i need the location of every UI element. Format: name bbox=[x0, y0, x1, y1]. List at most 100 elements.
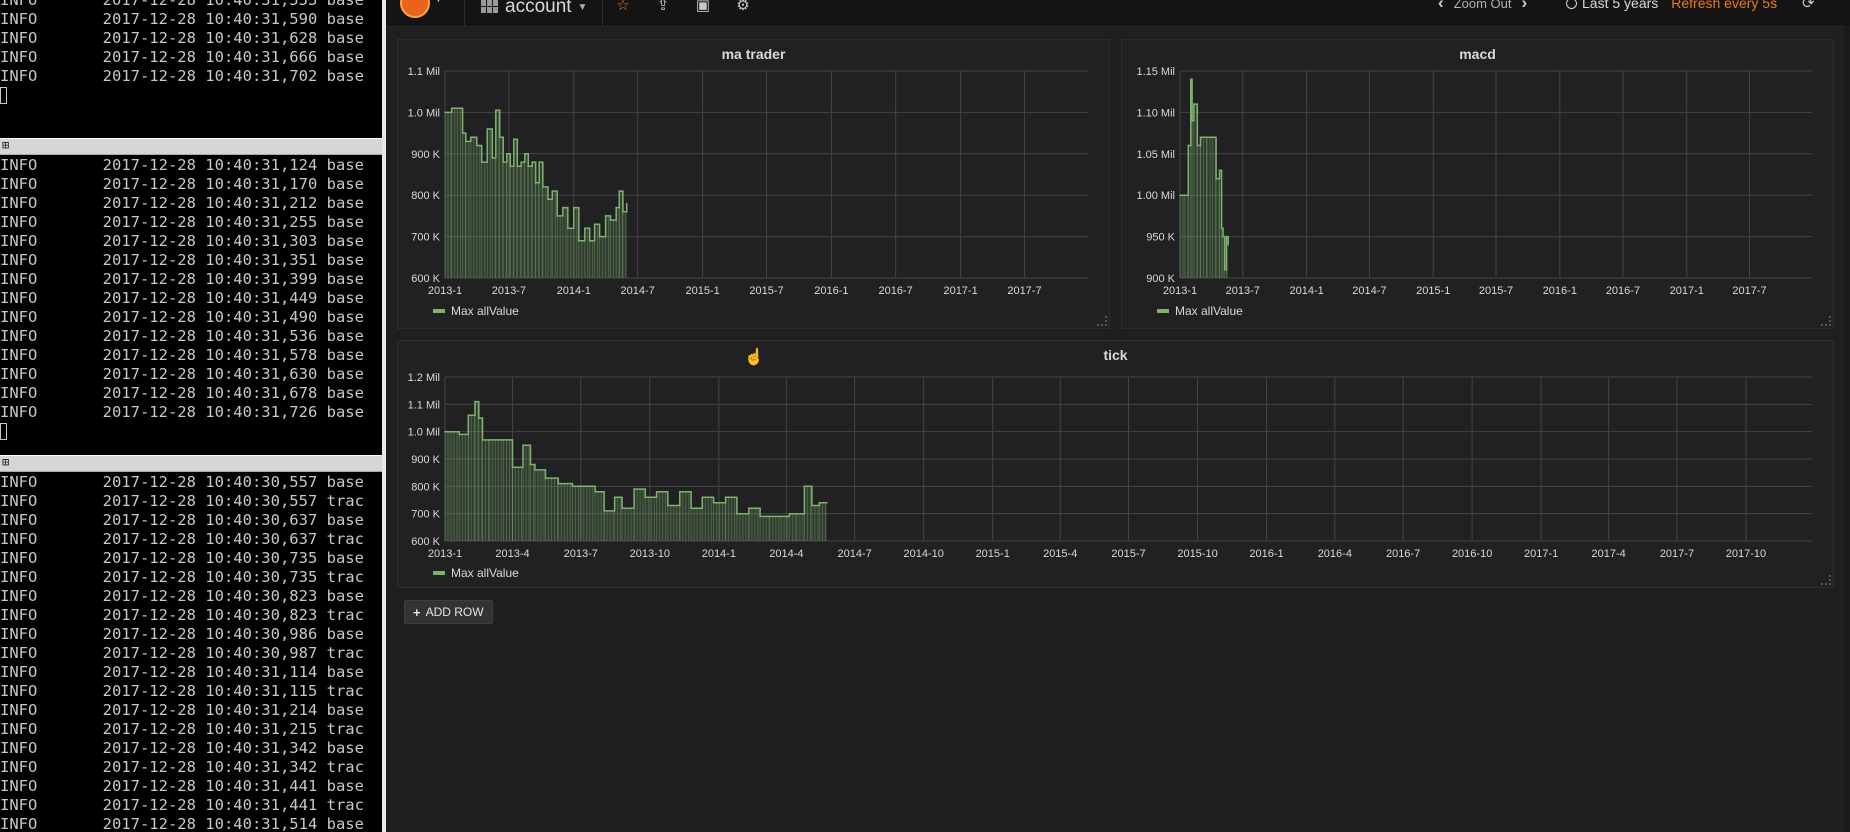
star-icon[interactable]: ☆ bbox=[612, 0, 634, 16]
data-point bbox=[604, 215, 607, 217]
terminal-pane-bar[interactable]: ⊞ bbox=[0, 455, 382, 472]
legend[interactable]: Max allValue bbox=[1157, 304, 1243, 318]
data-point bbox=[502, 439, 505, 441]
x-tick-label: 2013-7 bbox=[564, 548, 598, 560]
x-tick-label: 2017-10 bbox=[1726, 548, 1766, 560]
terminal-pane-top[interactable]: INFO 2017-12-28 10:40:31,553 base INFO 20… bbox=[0, 0, 382, 126]
log-line: INFO 2017-12-28 10:40:31,115 trac bbox=[0, 682, 364, 700]
data-point bbox=[1191, 119, 1193, 122]
zoom-controls: ‹ Zoom Out › bbox=[1438, 0, 1527, 12]
y-tick-label: 700 K bbox=[411, 509, 440, 521]
x-tick-label: 2013-1 bbox=[428, 548, 462, 560]
data-point bbox=[1184, 194, 1186, 196]
data-point bbox=[516, 165, 519, 167]
legend-label: Max allValue bbox=[451, 566, 519, 580]
data-point bbox=[1190, 78, 1192, 81]
data-point bbox=[573, 206, 575, 209]
data-point bbox=[803, 485, 806, 488]
panel-macd[interactable]: macd 900 K 950 K 1.00 Mil 1.05 Mil 1.10 Mil 1… bbox=[1121, 39, 1834, 329]
grafana-logo-icon[interactable] bbox=[400, 0, 430, 18]
data-point bbox=[544, 477, 547, 479]
x-tick-label: 2016-7 bbox=[879, 285, 913, 297]
terminal-pane-bar[interactable]: ⊞ bbox=[0, 138, 382, 155]
panel-tick[interactable]: tick 600 K 700 K 800 K 900 K 1.0 Mil 1.1 Mil 1… bbox=[397, 340, 1834, 588]
panel-resize-handle[interactable] bbox=[1097, 316, 1107, 326]
chevron-down-icon[interactable]: ▼ bbox=[434, 0, 443, 4]
data-point bbox=[748, 507, 750, 509]
data-point bbox=[547, 198, 549, 201]
gear-icon[interactable]: ⚙ bbox=[732, 0, 754, 16]
data-point bbox=[655, 491, 658, 493]
y-tick-label: 900 K bbox=[411, 454, 440, 466]
x-tick-label: 2015-1 bbox=[685, 285, 719, 297]
data-point bbox=[478, 417, 480, 419]
data-point bbox=[488, 439, 491, 441]
y-tick-label: 1.1 Mil bbox=[408, 399, 440, 411]
data-point bbox=[609, 219, 612, 221]
data-point bbox=[522, 444, 524, 447]
panel-ma-trader[interactable]: ma trader 600 K 700 K 800 K 900 K 1.0 Mil 1.1… bbox=[397, 39, 1110, 329]
legend[interactable]: Max allValue bbox=[433, 304, 519, 318]
log-line: INFO 2017-12-28 10:40:31,255 base bbox=[0, 213, 364, 231]
add-row-label: ADD ROW bbox=[425, 605, 484, 619]
data-point bbox=[796, 512, 798, 515]
refresh-icon[interactable]: ⟳ bbox=[1802, 0, 1815, 12]
data-point bbox=[788, 512, 791, 515]
log-line: INFO 2017-12-28 10:40:31,114 base bbox=[0, 663, 364, 681]
terminal-window: INFO 2017-12-28 10:40:31,553 base INFO 20… bbox=[0, 0, 382, 832]
log-line: INFO 2017-12-28 10:40:31,578 base bbox=[0, 346, 364, 364]
terminal-pane-middle[interactable]: INFO 2017-12-28 10:40:31,124 base INFO 20… bbox=[0, 156, 382, 446]
x-tick-label: 2014-7 bbox=[1352, 285, 1386, 297]
data-point bbox=[588, 239, 591, 242]
log-line: INFO 2017-12-28 10:40:30,637 trac bbox=[0, 530, 364, 548]
data-point bbox=[1193, 103, 1195, 105]
data-point bbox=[690, 507, 692, 509]
data-point bbox=[622, 211, 624, 213]
chevron-right-icon[interactable]: › bbox=[1521, 0, 1527, 13]
y-tick-label: 600 K bbox=[411, 536, 440, 548]
nav-separator bbox=[602, 0, 603, 26]
log-line: INFO 2017-12-28 10:40:31,342 trac bbox=[0, 758, 364, 776]
data-point bbox=[1211, 136, 1214, 138]
panel-resize-handle[interactable] bbox=[1821, 575, 1831, 585]
x-tick-label: 2016-10 bbox=[1452, 548, 1492, 560]
chevron-left-icon[interactable]: ‹ bbox=[1438, 0, 1444, 13]
x-tick-label: 2017-1 bbox=[943, 285, 977, 297]
log-line: INFO 2017-12-28 10:40:31,628 base bbox=[0, 29, 364, 47]
legend[interactable]: Max allValue bbox=[433, 566, 519, 580]
zoom-out-button[interactable]: Zoom Out bbox=[1454, 0, 1512, 11]
data-point bbox=[444, 430, 446, 433]
y-tick-label: 900 K bbox=[1146, 273, 1175, 285]
dashboard-picker[interactable]: account ▼ bbox=[481, 0, 587, 19]
data-point bbox=[780, 515, 782, 518]
legend-label: Max allValue bbox=[1175, 304, 1243, 318]
save-icon[interactable]: ▣ bbox=[692, 0, 714, 16]
log-line: INFO 2017-12-28 10:40:30,735 base bbox=[0, 549, 364, 567]
legend-swatch bbox=[1157, 309, 1169, 313]
share-icon[interactable]: ⇪ bbox=[652, 0, 674, 16]
data-point bbox=[513, 138, 515, 141]
terminal-pane-bottom[interactable]: INFO 2017-12-28 10:40:30,557 base INFO 20… bbox=[0, 473, 382, 832]
log-line: INFO 2017-12-28 10:40:31,441 trac bbox=[0, 796, 364, 814]
legend-swatch bbox=[433, 309, 445, 313]
time-picker[interactable]: Last 5 years Refresh every 5s bbox=[1566, 0, 1777, 11]
panel-resize-handle[interactable] bbox=[1821, 316, 1831, 326]
data-point bbox=[584, 227, 586, 230]
data-point bbox=[556, 215, 558, 217]
data-point bbox=[580, 485, 582, 488]
scrollbar[interactable] bbox=[1844, 26, 1850, 832]
data-point bbox=[461, 132, 464, 134]
add-row-button[interactable]: + ADD ROW bbox=[404, 600, 493, 624]
hand-pointer-icon: ☝ bbox=[744, 349, 764, 366]
x-tick-label: 2016-1 bbox=[814, 285, 848, 297]
x-tick-label: 2015-4 bbox=[1043, 548, 1077, 560]
pane-grid-icon: ⊞ bbox=[2, 455, 10, 469]
log-line: INFO 2017-12-28 10:40:30,735 trac bbox=[0, 568, 364, 586]
data-point bbox=[534, 182, 537, 184]
x-tick-label: 2017-7 bbox=[1660, 548, 1694, 560]
log-line: INFO 2017-12-28 10:40:31,441 base bbox=[0, 777, 364, 795]
data-point bbox=[551, 190, 554, 192]
dashboard-navbar: ▼ account ▼ ☆ ⇪ ▣ ⚙ ‹ Zoom Out › Last 5 … bbox=[386, 0, 1850, 27]
data-point bbox=[480, 161, 483, 163]
grafana-window: ▼ account ▼ ☆ ⇪ ▣ ⚙ ‹ Zoom Out › Last 5 … bbox=[386, 0, 1850, 832]
